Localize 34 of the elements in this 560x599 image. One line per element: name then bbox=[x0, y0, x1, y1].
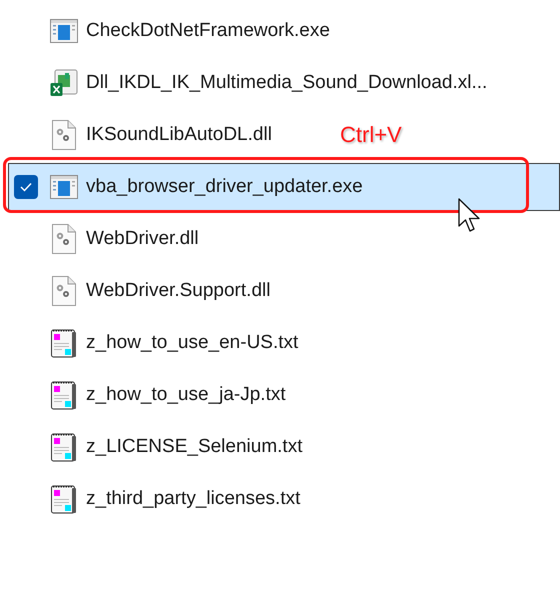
file-row[interactable]: IKSoundLibAutoDL.dll bbox=[8, 111, 277, 159]
check-icon bbox=[20, 182, 32, 192]
application-window-icon bbox=[50, 175, 78, 199]
file-row[interactable]: WebDriver.Support.dll bbox=[8, 267, 276, 315]
file-name: z_how_to_use_en-US.txt bbox=[86, 330, 298, 355]
spreadsheet-file-icon bbox=[50, 69, 78, 97]
gear-file-icon bbox=[52, 120, 76, 150]
file-row[interactable]: z_how_to_use_ja-Jp.txt bbox=[8, 371, 291, 419]
file-row[interactable]: CheckDotNetFramework.exe bbox=[8, 7, 335, 55]
mouse-pointer-icon bbox=[458, 198, 482, 234]
file-row[interactable]: Dll_IKDL_IK_Multimedia_Sound_Download.xl... bbox=[8, 59, 492, 107]
file-name: vba_browser_driver_updater.exe bbox=[86, 174, 363, 199]
file-name: WebDriver.Support.dll bbox=[86, 278, 270, 303]
file-row[interactable]: WebDriver.dll bbox=[8, 215, 204, 263]
notepad-file-icon bbox=[51, 432, 77, 462]
file-name: Dll_IKDL_IK_Multimedia_Sound_Download.xl... bbox=[86, 70, 488, 95]
file-row[interactable]: z_LICENSE_Selenium.txt bbox=[8, 423, 308, 471]
file-name: CheckDotNetFramework.exe bbox=[86, 18, 330, 43]
application-window-icon bbox=[50, 19, 78, 43]
notepad-file-icon bbox=[51, 328, 77, 358]
file-row-selected[interactable]: vba_browser_driver_updater.exe bbox=[8, 163, 560, 211]
file-row[interactable]: z_how_to_use_en-US.txt bbox=[8, 319, 304, 367]
gear-file-icon bbox=[52, 224, 76, 254]
file-name: IKSoundLibAutoDL.dll bbox=[86, 122, 272, 147]
file-name: z_third_party_licenses.txt bbox=[86, 486, 300, 511]
checkbox[interactable] bbox=[14, 175, 38, 199]
notepad-file-icon bbox=[51, 380, 77, 410]
file-name: WebDriver.dll bbox=[86, 226, 199, 251]
shortcut-annotation: Ctrl+V bbox=[340, 121, 402, 149]
file-name: z_how_to_use_ja-Jp.txt bbox=[86, 382, 286, 407]
file-row[interactable]: z_third_party_licenses.txt bbox=[8, 475, 306, 523]
gear-file-icon bbox=[52, 276, 76, 306]
file-name: z_LICENSE_Selenium.txt bbox=[86, 434, 302, 459]
notepad-file-icon bbox=[51, 484, 77, 514]
